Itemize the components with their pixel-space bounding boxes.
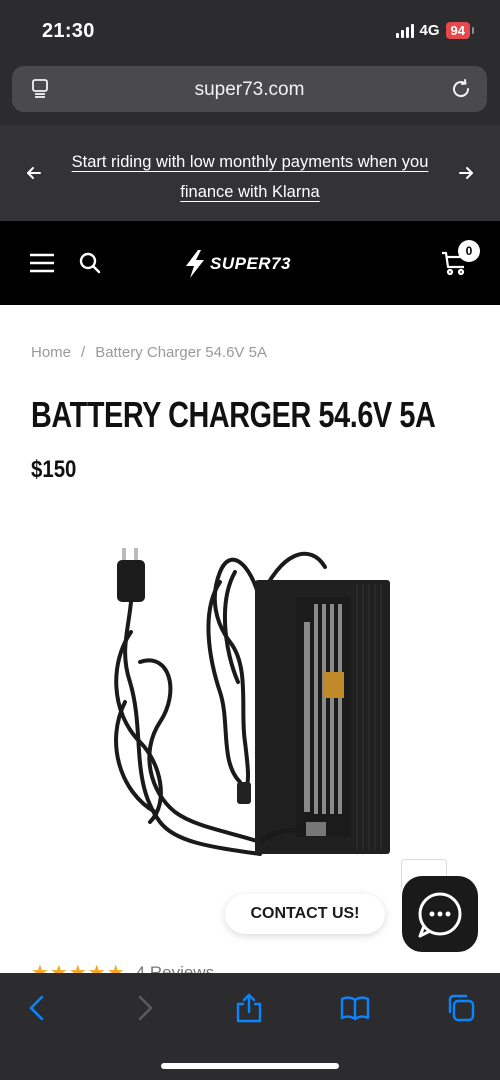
product-page: Home / Battery Charger 54.6V 5A BATTERY … xyxy=(0,305,500,973)
home-indicator[interactable] xyxy=(161,1063,339,1069)
arrow-left-icon[interactable] xyxy=(24,163,44,183)
logo-text: SUPER73 xyxy=(210,254,291,273)
status-indicators: 4G 94 xyxy=(395,22,475,39)
breadcrumb-separator: / xyxy=(81,344,86,361)
status-bar: 21:30 4G 94 xyxy=(0,0,500,60)
product-image[interactable] xyxy=(100,542,400,862)
forward-icon[interactable] xyxy=(130,993,160,1023)
share-icon[interactable] xyxy=(234,993,264,1023)
address-bar[interactable]: super73.com xyxy=(12,66,487,112)
browser-toolbar xyxy=(0,973,500,1080)
menu-icon[interactable] xyxy=(30,253,54,273)
status-time: 21:30 xyxy=(42,20,95,42)
url-text[interactable]: super73.com xyxy=(12,79,487,101)
tabs-icon[interactable] xyxy=(446,993,476,1023)
battery-icon: 94 xyxy=(445,22,475,39)
browser-address-area: super73.com xyxy=(0,60,500,125)
bookmarks-icon[interactable] xyxy=(340,993,370,1023)
product-price: $150 xyxy=(31,456,77,483)
star-rating-icon: ★★★★★ xyxy=(31,962,126,973)
contact-us-button[interactable]: CONTACT US! xyxy=(225,894,385,934)
breadcrumb-home[interactable]: Home xyxy=(31,344,71,361)
promo-banner: Start riding with low monthly payments w… xyxy=(0,125,500,221)
bolt-icon xyxy=(186,250,204,278)
chat-bubble-icon xyxy=(418,892,462,938)
site-header: SUPER73 xyxy=(0,221,500,305)
chat-button[interactable] xyxy=(402,876,478,952)
logo[interactable]: SUPER73 xyxy=(184,249,291,279)
arrow-right-icon[interactable] xyxy=(456,163,476,183)
product-title: BATTERY CHARGER 54.6V 5A xyxy=(31,394,436,435)
reload-icon[interactable] xyxy=(449,77,473,101)
search-icon[interactable] xyxy=(78,251,102,275)
signal-icon xyxy=(395,23,414,38)
promo-link[interactable]: Start riding with low monthly payments w… xyxy=(58,147,442,207)
review-count[interactable]: 4 Reviews xyxy=(136,963,214,974)
breadcrumb: Home / Battery Charger 54.6V 5A xyxy=(31,344,267,361)
product-rating[interactable]: ★★★★★ 4 Reviews xyxy=(31,960,214,973)
breadcrumb-current: Battery Charger 54.6V 5A xyxy=(95,344,267,361)
network-label: 4G xyxy=(419,22,440,39)
cart-count-badge: 0 xyxy=(458,240,480,262)
back-icon[interactable] xyxy=(22,993,52,1023)
